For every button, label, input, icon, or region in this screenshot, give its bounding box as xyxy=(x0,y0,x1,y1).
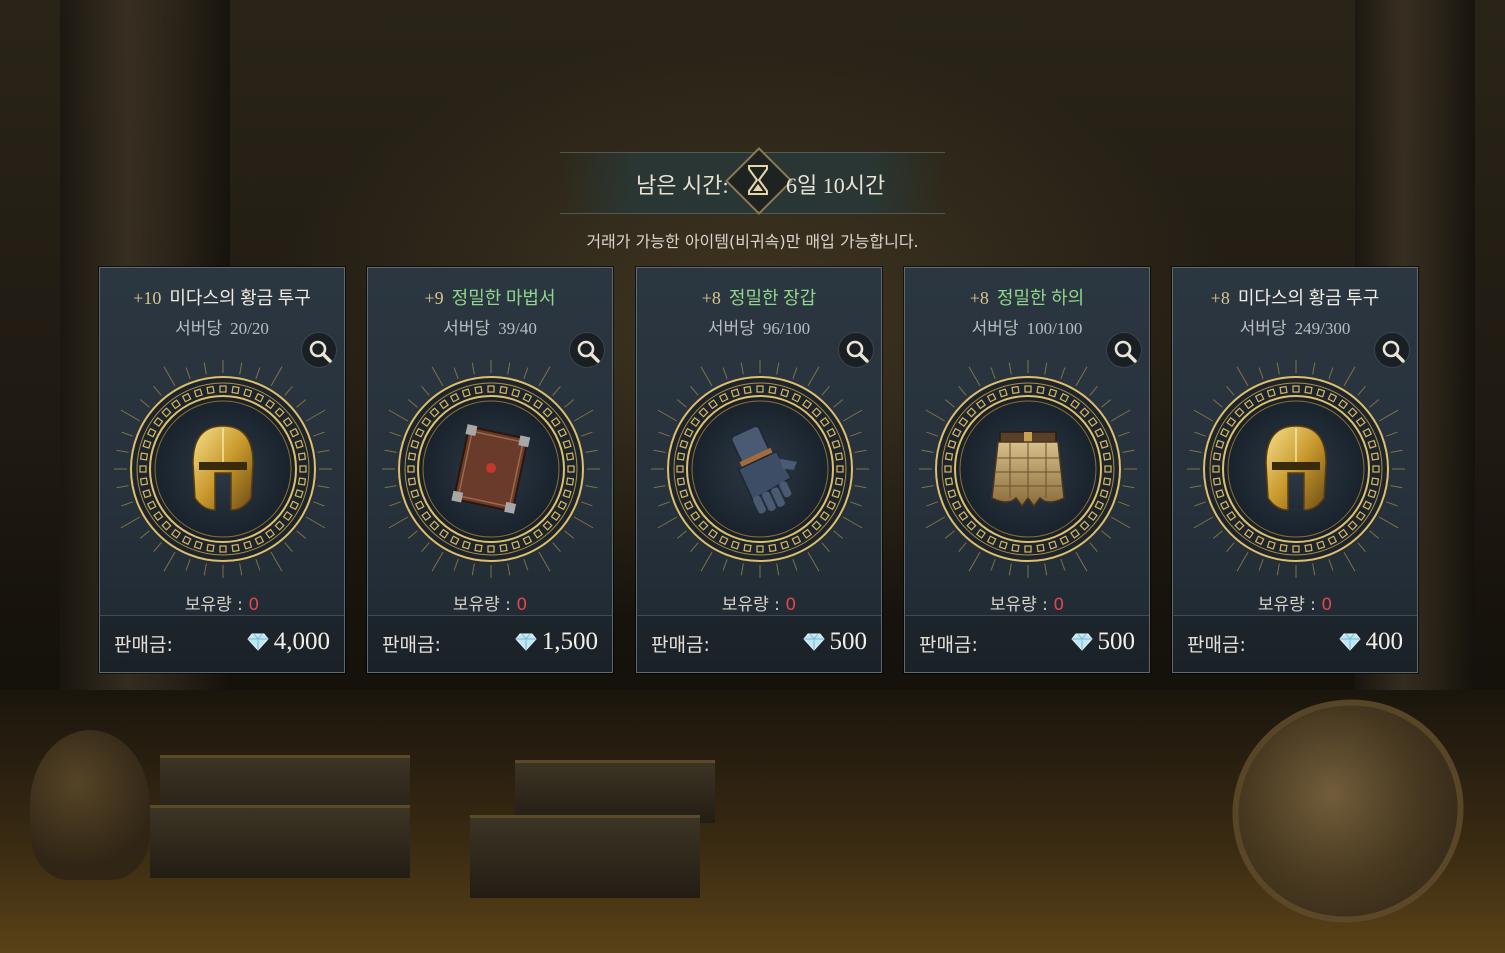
item-card[interactable]: +8 정밀한 하의 서버당 100/100 보유량: 0 판매금: 500 xyxy=(904,267,1150,673)
diamond-icon xyxy=(247,633,269,651)
sell-price: 500 xyxy=(802,628,868,656)
sell-price-bar: 판매금: 400 xyxy=(1173,615,1417,672)
enhance-level: +9 xyxy=(424,288,444,308)
sell-price-label: 판매금: xyxy=(382,634,441,656)
sell-price-bar: 판매금: 4,000 xyxy=(100,615,344,672)
owned-count: 보유량 : 0 xyxy=(1173,590,1417,615)
diamond-icon xyxy=(1338,633,1361,651)
server-limit-value: 20/20 xyxy=(230,319,269,338)
sell-price-value: 400 xyxy=(1365,628,1404,655)
owned-count: 보유량 : 0 xyxy=(100,590,344,615)
spartan-helmet-decoration xyxy=(30,730,150,880)
item-title: +9 정밀한 마법서 xyxy=(368,284,612,310)
owned-label: 보유량 : xyxy=(989,595,1048,615)
server-limit-value: 39/40 xyxy=(498,319,537,338)
server-limit-label: 서버당 xyxy=(175,319,223,338)
item-card[interactable]: +8 미다스의 황금 투구 서버당 249/300 보유량: 0 판매금: 4… xyxy=(1172,267,1418,673)
gold-crate xyxy=(515,760,715,823)
owned-value: 0 xyxy=(1053,595,1065,615)
enhance-level: +8 xyxy=(701,288,721,308)
owned-count: 보유량 : 0 xyxy=(905,590,1149,615)
gold-crate xyxy=(150,805,410,878)
sell-price-bar: 판매금: 500 xyxy=(905,615,1149,672)
owned-label: 보유량 : xyxy=(721,595,780,615)
enhance-level: +8 xyxy=(969,288,989,308)
sell-price-bar: 판매금: 1,500 xyxy=(368,615,612,672)
server-limit-value: 100/100 xyxy=(1026,319,1083,338)
server-limit-label: 서버당 xyxy=(971,319,1019,338)
item-title: +8 정밀한 장갑 xyxy=(637,284,881,310)
owned-count: 보유량 : 0 xyxy=(637,590,881,615)
remaining-time-label: 남은 시간: xyxy=(636,173,729,198)
item-title: +10 미다스의 황금 투구 xyxy=(100,284,344,310)
owned-value: 0 xyxy=(785,595,797,615)
spellbook-icon xyxy=(441,418,541,518)
server-limit-value: 249/300 xyxy=(1294,319,1351,338)
sell-price-value: 4,000 xyxy=(273,628,330,655)
owned-count: 보유량 : 0 xyxy=(368,590,612,615)
owned-value: 0 xyxy=(516,595,528,615)
item-card[interactable]: +8 정밀한 장갑 서버당 96/100 보유량: 0 판매금: 500 xyxy=(636,267,882,673)
hourglass-icon xyxy=(745,164,771,196)
sell-price-label: 판매금: xyxy=(1187,634,1246,656)
sell-price: 1,500 xyxy=(515,628,598,656)
owned-label: 보유량 : xyxy=(1257,595,1316,615)
item-name: 정밀한 마법서 xyxy=(451,288,556,308)
owned-label: 보유량 : xyxy=(452,595,511,615)
purchase-notice: 거래가 가능한 아이템(비귀속)만 매입 가능합니다. xyxy=(586,232,919,251)
sell-price-label: 판매금: xyxy=(651,634,710,656)
item-title: +8 미다스의 황금 투구 xyxy=(1173,284,1417,310)
server-limit-label: 서버당 xyxy=(707,319,755,338)
item-name: 정밀한 하의 xyxy=(996,288,1085,308)
enhance-level: +8 xyxy=(1210,288,1230,308)
enhance-level: +10 xyxy=(133,288,162,308)
sell-price-value: 500 xyxy=(829,628,868,655)
item-name: 정밀한 장갑 xyxy=(728,288,817,308)
gold-crate xyxy=(470,815,700,898)
gauntlet-icon xyxy=(710,418,810,518)
owned-label: 보유량 : xyxy=(184,595,243,615)
owned-value: 0 xyxy=(248,595,260,615)
item-card[interactable]: +10 미다스의 황금 투구 서버당 20/20 보유량: 0 판매금: 4,… xyxy=(99,267,345,673)
sell-price: 500 xyxy=(1070,628,1136,656)
server-limit-value: 96/100 xyxy=(762,319,811,338)
item-title: +8 정밀한 하의 xyxy=(905,284,1149,310)
sell-price-value: 500 xyxy=(1097,628,1136,655)
sell-price-value: 1,500 xyxy=(541,628,598,655)
sell-price: 400 xyxy=(1338,628,1404,656)
sell-price-label: 판매금: xyxy=(919,634,978,656)
remaining-time-value: 6일 10시간 xyxy=(786,173,886,198)
item-name: 미다스의 황금 투구 xyxy=(169,288,311,308)
owned-value: 0 xyxy=(1321,595,1333,615)
golden-helmet-icon xyxy=(1246,418,1346,518)
diamond-icon xyxy=(802,633,825,651)
item-card[interactable]: +9 정밀한 마법서 서버당 39/40 보유량: 0 판매금: 1,500 xyxy=(367,267,613,673)
diamond-icon xyxy=(1070,633,1093,651)
server-limit-label: 서버당 xyxy=(1239,319,1287,338)
sell-price-bar: 판매금: 500 xyxy=(637,615,881,672)
server-limit-label: 서버당 xyxy=(443,319,491,338)
sell-price: 4,000 xyxy=(247,628,330,656)
diamond-icon xyxy=(515,633,537,651)
armor-skirt-icon xyxy=(978,418,1078,518)
item-name: 미다스의 황금 투구 xyxy=(1237,288,1380,308)
golden-helmet-icon xyxy=(173,418,273,518)
sell-price-label: 판매금: xyxy=(114,634,173,656)
